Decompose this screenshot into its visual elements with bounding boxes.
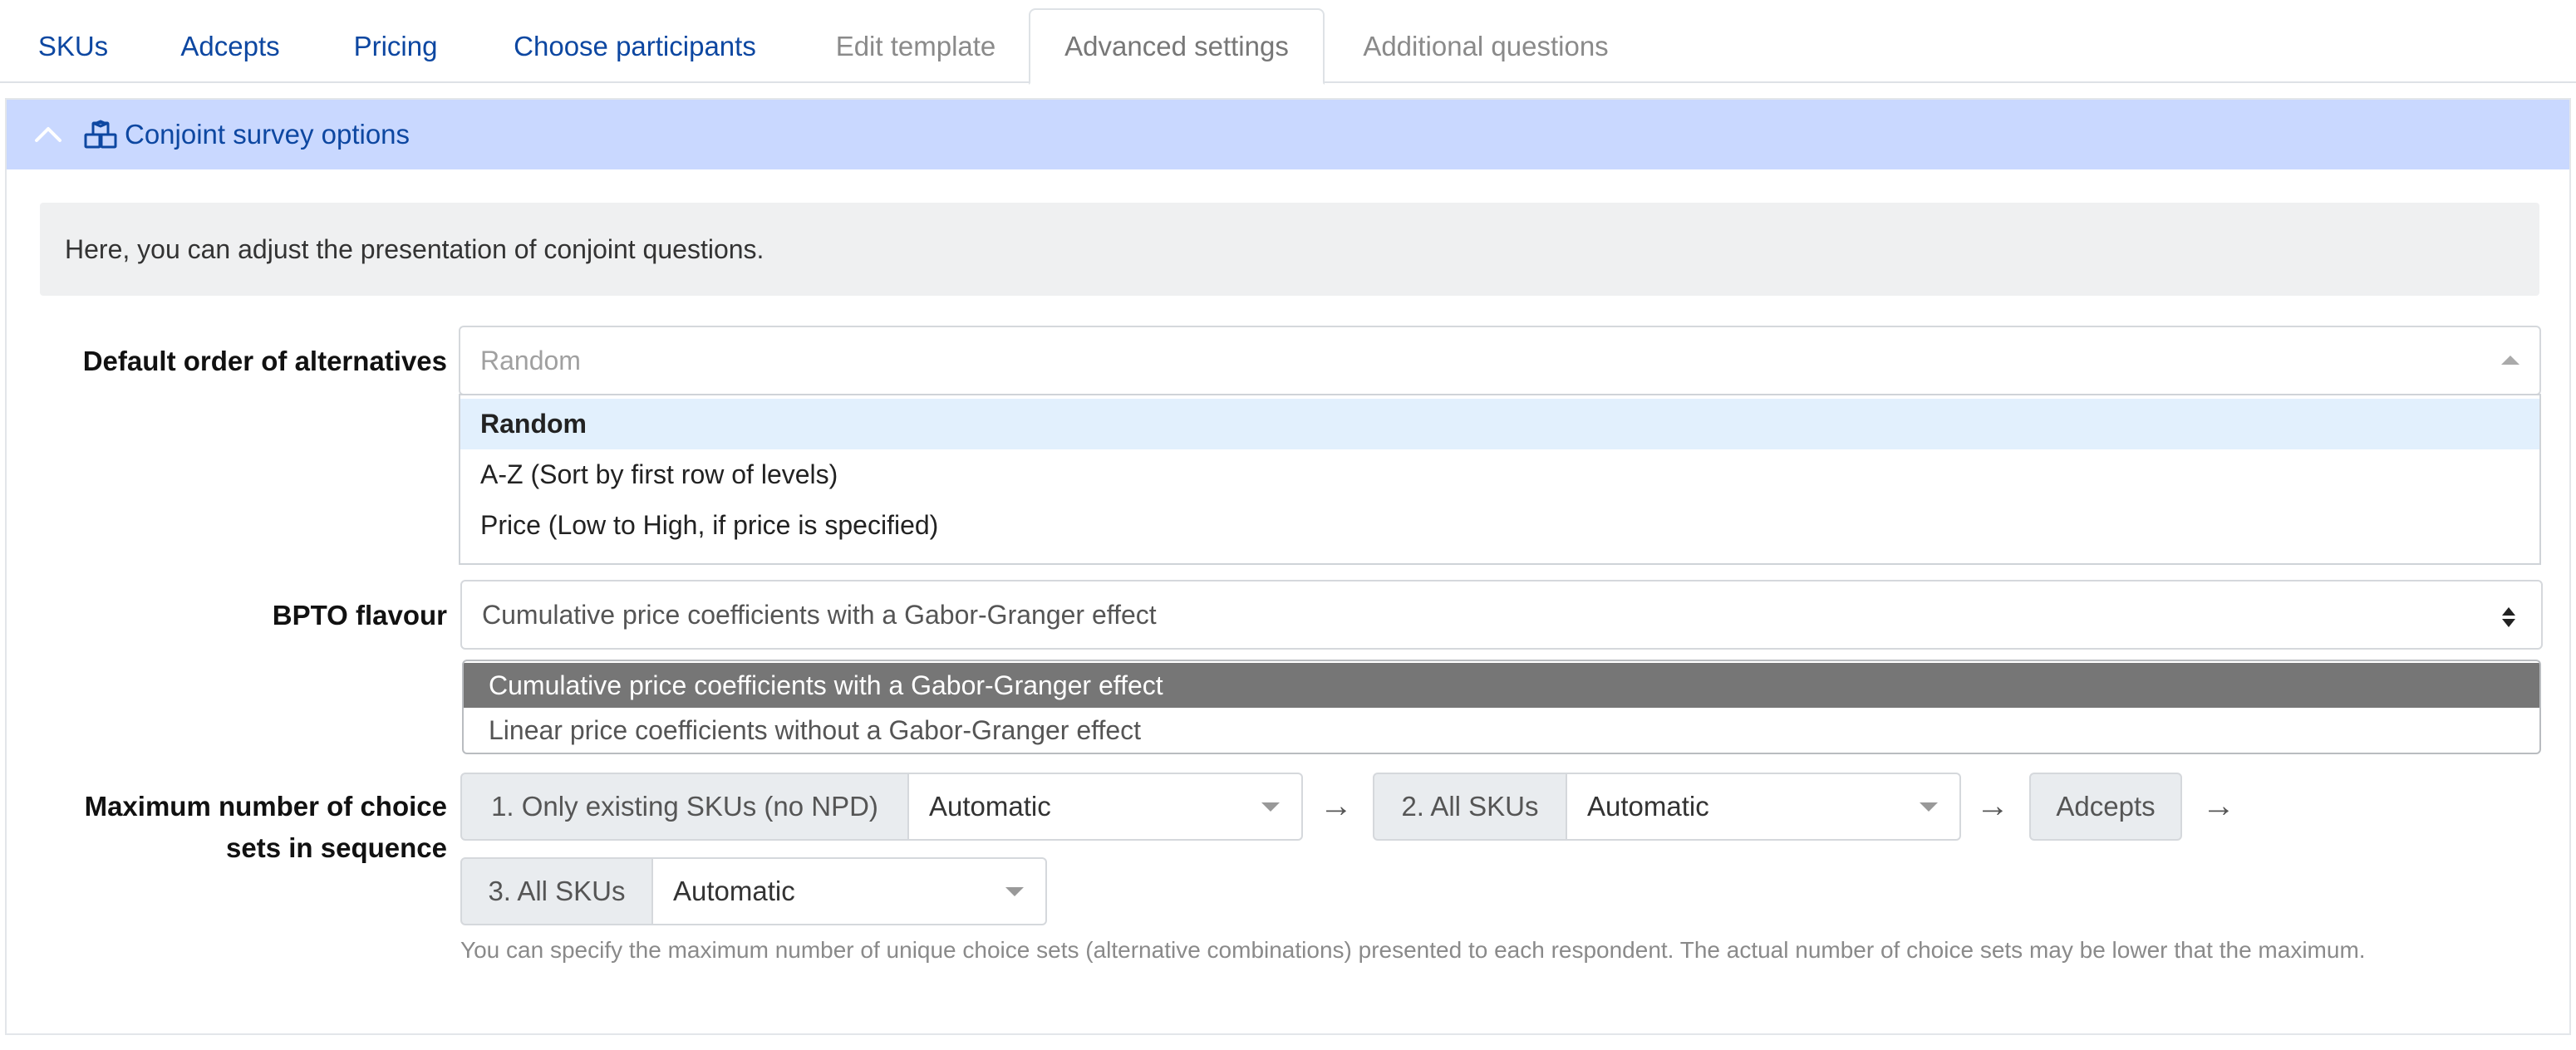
bpto-value: Cumulative price coefficients with a Gab…: [482, 599, 1157, 630]
caret-down-icon: [1261, 802, 1280, 812]
default-order-options: Random A-Z (Sort by first row of levels)…: [459, 394, 2541, 565]
tab-advanced-settings[interactable]: Advanced settings: [1029, 8, 1325, 85]
caret-up-icon: [2501, 356, 2519, 365]
panel-header[interactable]: Conjoint survey options: [7, 100, 2569, 169]
step2-addon: 2. All SKUs: [1373, 773, 1567, 841]
info-box: Here, you can adjust the presentation of…: [40, 203, 2539, 296]
sort-icon: [2501, 605, 2516, 635]
option-linear[interactable]: Linear price coefficients without a Gabo…: [464, 708, 2539, 753]
step2-select[interactable]: Automatic: [1567, 773, 1961, 841]
help-text: You can specify the maximum number of un…: [460, 937, 2366, 963]
caret-down-icon: [1920, 802, 1938, 812]
option-cumulative[interactable]: Cumulative price coefficients with a Gab…: [464, 663, 2539, 708]
adcepts-step: Adcepts: [2029, 773, 2182, 841]
chevron-up-icon[interactable]: [32, 118, 65, 151]
step1-value: Automatic: [929, 791, 1051, 822]
tab-skus[interactable]: SKUs: [18, 8, 128, 85]
tab-choose-participants[interactable]: Choose participants: [494, 8, 776, 85]
tab-adcepts[interactable]: Adcepts: [163, 8, 297, 85]
default-order-select[interactable]: Random: [459, 326, 2541, 395]
panel-title: Conjoint survey options: [125, 119, 410, 150]
step3-value: Automatic: [673, 876, 795, 906]
step1-addon: 1. Only existing SKUs (no NPD): [460, 773, 909, 841]
step3-addon: 3. All SKUs: [460, 857, 653, 925]
default-order-label: Default order of alternatives: [82, 346, 447, 376]
tab-pricing[interactable]: Pricing: [334, 8, 457, 85]
bpto-label: BPTO flavour: [272, 600, 447, 630]
option-random[interactable]: Random: [460, 399, 2539, 449]
caret-down-icon: [1005, 887, 1024, 896]
default-order-placeholder: Random: [480, 345, 581, 375]
tab-additional-questions: Additional questions: [1363, 31, 1609, 61]
arrow-right-icon: →: [1976, 788, 2009, 824]
max-choice-sets-label-line2: sets in sequence: [226, 832, 447, 863]
tab-bar: SKUs Adcepts Pricing Choose participants…: [0, 0, 2576, 85]
option-price-low-high[interactable]: Price (Low to High, if price is specifie…: [460, 500, 2539, 551]
option-a-z[interactable]: A-Z (Sort by first row of levels): [460, 449, 2539, 500]
step3-select[interactable]: Automatic: [653, 857, 1047, 925]
max-choice-sets-label-line1: Maximum number of choice: [84, 791, 447, 822]
step2-value: Automatic: [1587, 791, 1709, 822]
cubes-icon: [83, 118, 118, 151]
arrow-right-icon: →: [2202, 788, 2235, 824]
bpto-select[interactable]: Cumulative price coefficients with a Gab…: [460, 580, 2543, 650]
arrow-right-icon: →: [1320, 788, 1353, 824]
bpto-options: Cumulative price coefficients with a Gab…: [462, 660, 2541, 754]
tab-edit-template: Edit template: [835, 31, 996, 61]
max-choice-sets-label: Maximum number of choice sets in sequenc…: [32, 786, 447, 869]
step1-select[interactable]: Automatic: [909, 773, 1303, 841]
conjoint-options-panel: Conjoint survey options Here, you can ad…: [5, 98, 2571, 1035]
